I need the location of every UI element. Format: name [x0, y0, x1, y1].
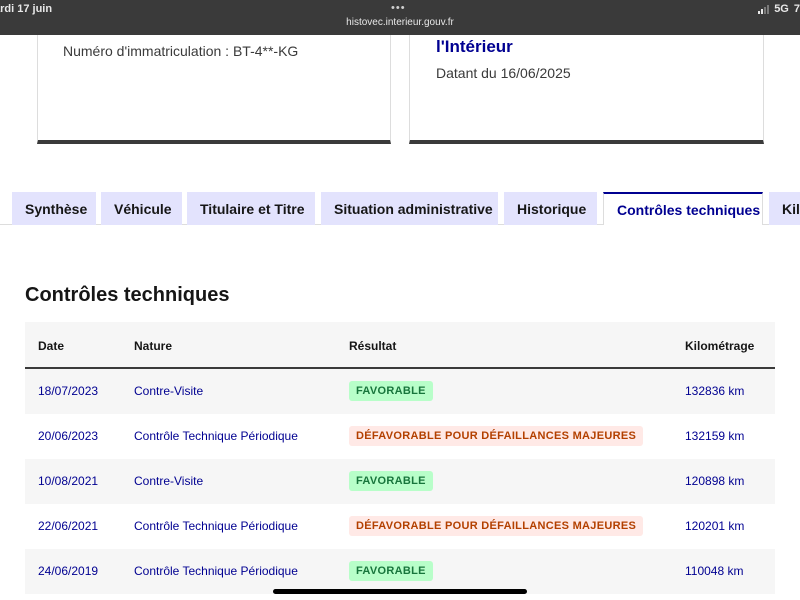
- signal-icon: [758, 4, 770, 14]
- tab-controles-techniques[interactable]: Contrôles techniques: [603, 192, 763, 226]
- tab-titulaire[interactable]: Titulaire et Titre: [187, 192, 315, 225]
- tab-kilometrage[interactable]: Kilo: [769, 192, 800, 225]
- row-date: 10/08/2021: [38, 474, 99, 488]
- row-nature: Contre-Visite: [134, 474, 204, 488]
- table-row: 20/06/2023 Contrôle Technique Périodique…: [25, 414, 775, 459]
- dated-text: Datant du 16/06/2025: [436, 65, 571, 81]
- table-header: Date Nature Résultat Kilométrage: [25, 322, 775, 369]
- row-nature: Contrôle Technique Périodique: [134, 564, 298, 578]
- home-indicator[interactable]: [273, 589, 527, 594]
- row-km: 110048 km: [685, 564, 744, 578]
- status-bar: ardi 17 juin ••• histovec.interieur.gouv…: [0, 0, 800, 35]
- column-result: Résultat: [349, 339, 397, 353]
- source-card: l'Intérieur Datant du 16/06/2025: [409, 35, 764, 144]
- address-url[interactable]: histovec.interieur.gouv.fr: [0, 17, 800, 28]
- result-badge: FAVORABLE: [349, 471, 433, 491]
- row-nature: Contrôle Technique Périodique: [134, 429, 298, 443]
- more-dots-icon[interactable]: •••: [391, 2, 406, 14]
- table-row: 10/08/2021 Contre-Visite FAVORABLE 12089…: [25, 459, 775, 504]
- row-nature: Contre-Visite: [134, 384, 204, 398]
- battery-label: 7: [793, 3, 800, 15]
- ministry-title: l'Intérieur: [436, 37, 513, 56]
- row-km: 132159 km: [685, 429, 745, 443]
- tab-situation-administrative[interactable]: Situation administrative: [321, 192, 498, 225]
- table-row: 18/07/2023 Contre-Visite FAVORABLE 13283…: [25, 369, 775, 414]
- tab-historique[interactable]: Historique: [504, 192, 597, 225]
- row-nature: Contrôle Technique Périodique: [134, 519, 298, 533]
- row-km: 132836 km: [685, 384, 745, 398]
- column-nature: Nature: [134, 339, 173, 353]
- tab-bar: Synthèse Véhicule Titulaire et Titre Sit…: [0, 192, 800, 226]
- row-date: 18/07/2023: [38, 384, 99, 398]
- result-badge: DÉFAVORABLE POUR DÉFAILLANCES MAJEURES: [349, 426, 644, 446]
- row-km: 120898 km: [685, 474, 745, 488]
- row-date: 20/06/2023: [38, 429, 99, 443]
- status-indicators: 5G 7: [758, 3, 800, 15]
- section-title: Contrôles techniques: [25, 284, 230, 306]
- registration-card: Numéro d'immatriculation : BT-4**-KG: [37, 35, 391, 144]
- tab-synthese[interactable]: Synthèse: [12, 192, 96, 225]
- registration-number: Numéro d'immatriculation : BT-4**-KG: [63, 43, 299, 59]
- column-date: Date: [38, 339, 65, 353]
- network-label: 5G: [774, 3, 789, 15]
- result-badge: FAVORABLE: [349, 561, 433, 581]
- table-row: 22/06/2021 Contrôle Technique Périodique…: [25, 504, 775, 549]
- row-date: 22/06/2021: [38, 519, 99, 533]
- table-row: 24/06/2019 Contrôle Technique Périodique…: [25, 549, 775, 594]
- technical-controls-panel: Contrôles techniques Date Nature Résulta…: [0, 225, 800, 600]
- table-body: 18/07/2023 Contre-Visite FAVORABLE 13283…: [25, 369, 775, 594]
- column-km: Kilométrage: [685, 339, 755, 353]
- tab-vehicule[interactable]: Véhicule: [101, 192, 182, 225]
- result-badge: DÉFAVORABLE POUR DÉFAILLANCES MAJEURES: [349, 516, 644, 536]
- result-badge: FAVORABLE: [349, 381, 433, 401]
- controls-table: Date Nature Résultat Kilométrage 18/07/2…: [25, 322, 775, 594]
- status-date: ardi 17 juin: [0, 3, 53, 15]
- row-km: 120201 km: [685, 519, 745, 533]
- row-date: 24/06/2019: [38, 564, 99, 578]
